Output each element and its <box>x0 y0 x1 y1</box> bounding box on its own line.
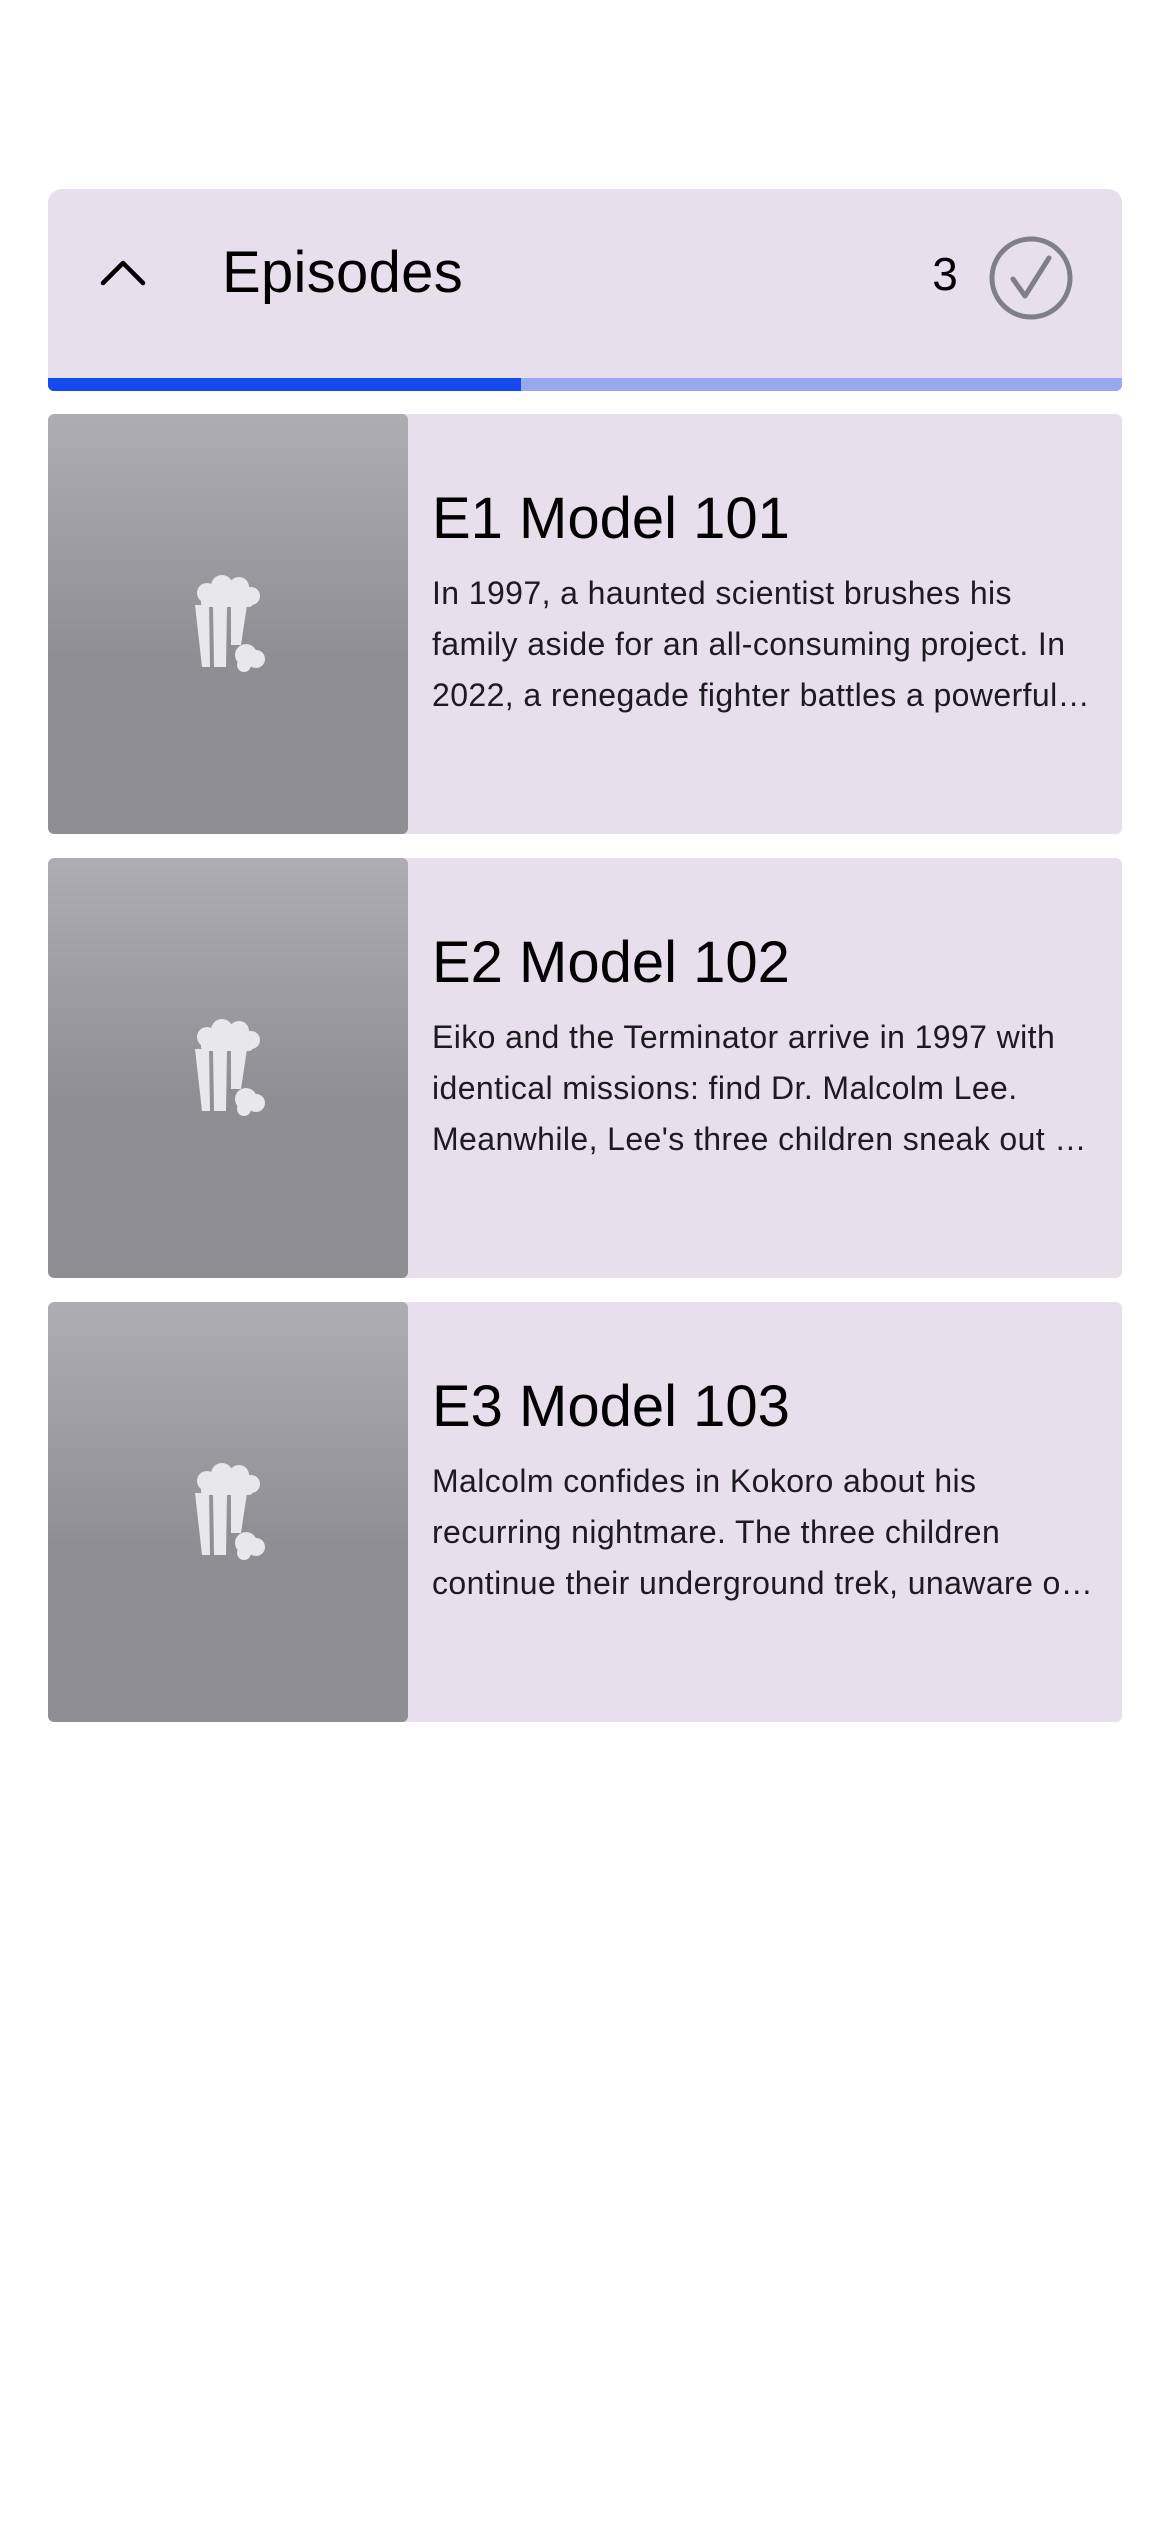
collapse-button[interactable] <box>88 237 158 307</box>
episodes-section-header[interactable]: Episodes 3 <box>48 189 1122 391</box>
episode-description: Eiko and the Terminator arrive in 1997 w… <box>432 1019 1082 1157</box>
popcorn-icon <box>195 1463 265 1560</box>
episode-thumbnail <box>48 1302 408 1722</box>
check-circle-icon <box>989 236 1073 320</box>
episode-title: E3 Model 103 <box>432 1374 790 1439</box>
episode-thumbnail <box>48 858 408 1278</box>
popcorn-icon <box>195 575 265 672</box>
mark-watched-button[interactable] <box>988 235 1074 321</box>
episode-count: 3 <box>932 248 958 300</box>
episode-row[interactable]: E2 Model 102 Eiko and the Terminator arr… <box>48 858 1122 1278</box>
watch-progress-fill <box>48 378 521 391</box>
popcorn-icon <box>195 1019 265 1116</box>
episode-title: E1 Model 101 <box>432 486 790 551</box>
episodes-screen: Episodes 3 E1 Model 101 In 1997, a haunt… <box>0 0 1170 2532</box>
chevron-up-icon <box>100 260 146 286</box>
section-title: Episodes <box>222 240 463 305</box>
episode-row[interactable]: E3 Model 103 Malcolm confides in Kokoro … <box>48 1302 1122 1722</box>
episode-title: E2 Model 102 <box>432 930 790 995</box>
watch-progress-bar <box>48 378 1122 391</box>
episode-description: Malcolm confides in Kokoro about his rec… <box>432 1463 1071 1601</box>
episode-row[interactable]: E1 Model 101 In 1997, a haunted scientis… <box>48 414 1122 834</box>
episode-thumbnail <box>48 414 408 834</box>
episode-description: In 1997, a haunted scientist brushes his… <box>432 575 1066 713</box>
